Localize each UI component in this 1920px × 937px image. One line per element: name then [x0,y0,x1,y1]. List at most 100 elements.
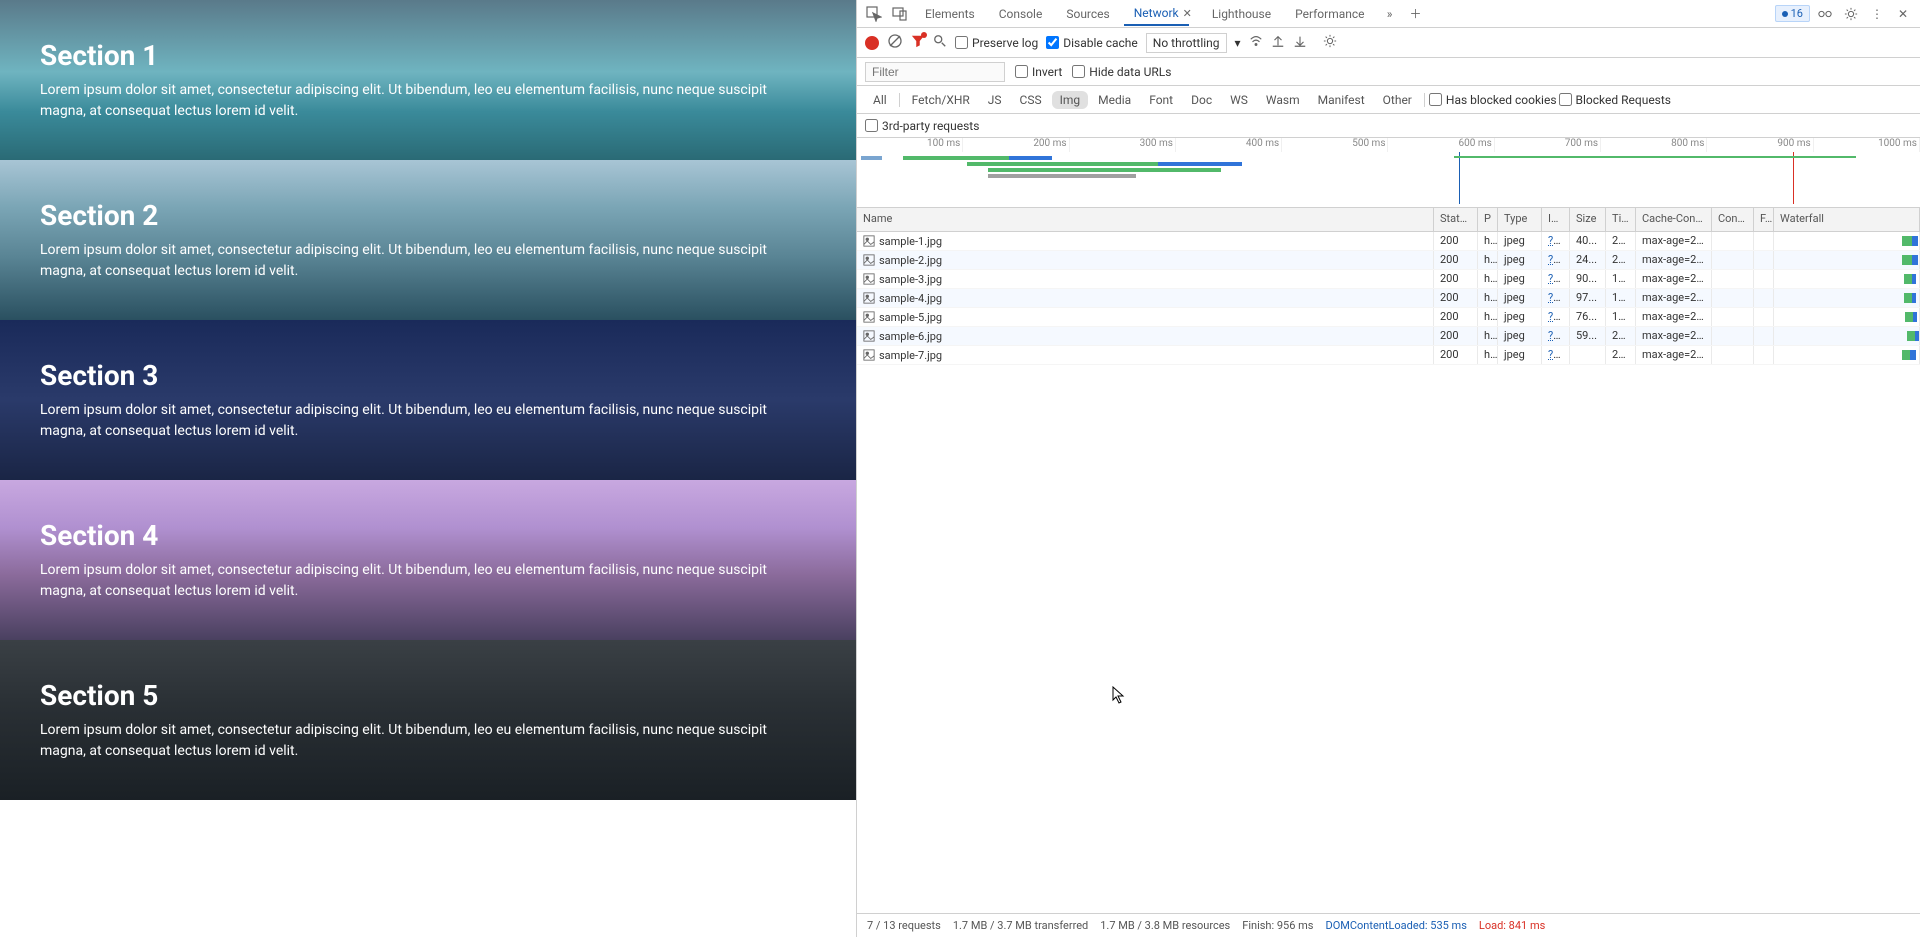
cell-initiator: ?I... [1542,251,1570,269]
col-f[interactable]: F. [1754,208,1774,231]
type-fetchxhr[interactable]: Fetch/XHR [904,91,978,109]
table-row[interactable]: sample-1.jpg 200 h.. jpeg ?I... 40... 24… [857,232,1920,251]
cell-status: 200 [1434,251,1478,269]
col-name[interactable]: Name [857,208,1434,231]
new-tab-icon[interactable]: ＋ [1405,3,1427,25]
filter-input[interactable] [865,62,1005,82]
cell-waterfall [1774,270,1920,288]
tab-network[interactable]: Network [1124,2,1189,26]
col-content[interactable]: Cont... [1712,208,1754,231]
cell-content [1712,327,1754,345]
load-marker [1793,152,1794,204]
devtools-tabbar: Elements Console Sources Network ✕ Light… [857,0,1920,28]
type-js[interactable]: JS [980,91,1010,109]
close-devtools-icon[interactable]: ✕ [1892,3,1914,25]
tab-lighthouse[interactable]: Lighthouse [1202,3,1281,25]
cell-type: jpeg [1498,346,1542,364]
type-css[interactable]: CSS [1012,91,1050,109]
type-ws[interactable]: WS [1222,91,1256,109]
issues-badge[interactable]: 16 [1775,5,1810,22]
invert-label: Invert [1032,65,1062,79]
page-preview[interactable]: Section 1 Lorem ipsum dolor sit amet, co… [0,0,856,937]
table-row[interactable]: sample-3.jpg 200 h.. jpeg ?I... 90... 16… [857,270,1920,289]
gear-icon[interactable] [1323,34,1337,51]
section-4: Section 4 Lorem ipsum dolor sit amet, co… [0,480,856,640]
file-name: sample-5.jpg [879,311,942,324]
cell-waterfall [1774,232,1920,250]
image-file-icon [863,349,875,361]
more-tabs-icon[interactable]: » [1379,3,1401,25]
cell-initiator: ?I... [1542,270,1570,288]
table-row[interactable]: sample-4.jpg 200 h.. jpeg ?I... 97... 16… [857,289,1920,308]
gear-icon[interactable] [1840,3,1862,25]
has-blocked-cookies-checkbox[interactable]: Has blocked cookies [1429,93,1557,107]
kebab-icon[interactable]: ⋮ [1866,3,1888,25]
col-size[interactable]: Size [1570,208,1606,231]
cell-initiator: ?I... [1542,346,1570,364]
timeline-ticks: 100 ms 200 ms 300 ms 400 ms 500 ms 600 m… [857,138,1920,152]
tab-sources[interactable]: Sources [1056,3,1119,25]
type-other[interactable]: Other [1375,91,1420,109]
chevron-down-icon[interactable]: ▾ [1235,36,1241,50]
hide-data-urls-checkbox[interactable]: Hide data URLs [1072,65,1171,79]
tab-performance[interactable]: Performance [1285,3,1374,25]
cell-waterfall [1774,346,1920,364]
col-initiator[interactable]: Ini... [1542,208,1570,231]
cell-time: 16... [1606,270,1636,288]
type-img[interactable]: Img [1052,91,1089,109]
type-wasm[interactable]: Wasm [1258,91,1308,109]
section-title: Section 3 [40,359,816,392]
col-protocol[interactable]: P [1478,208,1498,231]
cell-size: 40... [1570,232,1606,250]
settings-link-icon[interactable] [1814,3,1836,25]
table-row[interactable]: sample-2.jpg 200 h.. jpeg ?I... 24... 24… [857,251,1920,270]
download-icon[interactable] [1293,34,1307,51]
filter-icon[interactable] [911,34,925,51]
search-icon[interactable] [933,34,947,51]
record-button[interactable] [865,36,879,50]
cell-initiator: ?I... [1542,308,1570,326]
cell-size: 24... [1570,251,1606,269]
col-waterfall[interactable]: Waterfall [1774,208,1920,231]
preserve-log-checkbox[interactable]: Preserve log [955,36,1038,50]
timeline-overview[interactable]: 100 ms 200 ms 300 ms 400 ms 500 ms 600 m… [857,138,1920,208]
section-title: Section 4 [40,519,816,552]
throttling-select[interactable]: No throttling [1146,33,1227,53]
section-title: Section 1 [40,39,816,72]
type-font[interactable]: Font [1141,91,1181,109]
third-party-checkbox[interactable]: 3rd-party requests [865,119,979,133]
cell-protocol: h.. [1478,289,1498,307]
clear-icon[interactable] [887,33,903,52]
type-media[interactable]: Media [1090,91,1139,109]
table-row[interactable]: sample-6.jpg 200 h.. jpeg ?I... 59... 28… [857,327,1920,346]
table-row[interactable]: sample-5.jpg 200 h.. jpeg ?I... 76... 19… [857,308,1920,327]
status-resources: 1.7 MB / 3.8 MB resources [1100,919,1230,932]
type-all[interactable]: All [865,91,895,109]
type-manifest[interactable]: Manifest [1310,91,1373,109]
cell-waterfall [1774,308,1920,326]
disable-cache-checkbox[interactable]: Disable cache [1046,36,1138,50]
invert-checkbox[interactable]: Invert [1015,65,1062,79]
type-doc[interactable]: Doc [1183,91,1220,109]
tab-elements[interactable]: Elements [915,3,985,25]
device-toolbar-icon[interactable] [889,3,911,25]
cell-f [1754,308,1774,326]
col-cache-control[interactable]: Cache-Control [1636,208,1712,231]
tab-console[interactable]: Console [989,3,1053,25]
table-row[interactable]: sample-7.jpg 200 h.. jpeg ?I... 21... ma… [857,346,1920,365]
section-text: Lorem ipsum dolor sit amet, consectetur … [40,720,800,762]
upload-icon[interactable] [1271,34,1285,51]
devtools-panel: Elements Console Sources Network ✕ Light… [856,0,1920,937]
network-grid-body[interactable]: sample-1.jpg 200 h.. jpeg ?I... 40... 24… [857,232,1920,913]
inspect-element-icon[interactable] [863,3,885,25]
col-time[interactable]: Ti... [1606,208,1636,231]
third-party-label: 3rd-party requests [882,119,979,133]
preserve-log-label: Preserve log [972,36,1038,50]
cell-waterfall [1774,251,1920,269]
blocked-requests-checkbox[interactable]: Blocked Requests [1559,93,1671,107]
col-type[interactable]: Type [1498,208,1542,231]
wifi-icon[interactable] [1249,34,1263,51]
cell-cache: max-age=25... [1636,270,1712,288]
col-status[interactable]: Status [1434,208,1478,231]
close-icon[interactable]: ✕ [1183,7,1198,20]
